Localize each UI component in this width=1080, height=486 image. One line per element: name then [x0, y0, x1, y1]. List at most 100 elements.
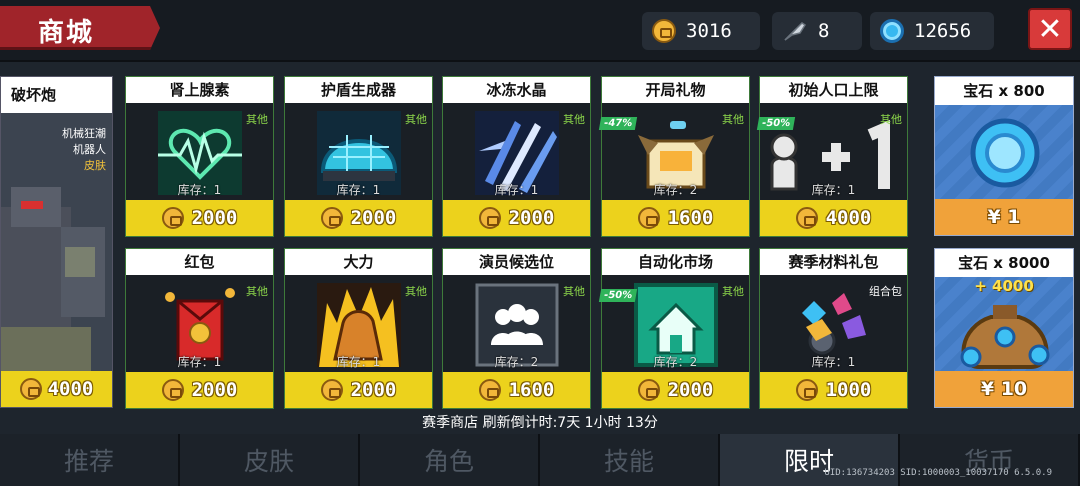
shop-item-actor-slot[interactable]: 演员候选位 其他 库存：2 1600	[442, 248, 591, 409]
big-gem-icon	[970, 118, 1040, 188]
tab-skills[interactable]: 技能	[540, 434, 720, 486]
item-price: 1600	[508, 379, 555, 401]
page-title: 商城	[38, 18, 95, 48]
refresh-timer: 赛季商店 刷新倒计时:7天 1小时 13分	[422, 415, 658, 431]
buy-button[interactable]: 2000	[285, 372, 432, 408]
discount-badge: -50%	[756, 117, 796, 130]
coin-icon	[637, 207, 660, 229]
item-stock: 库存：2	[653, 355, 698, 369]
item-tag: 其他	[563, 113, 585, 126]
item-tag: 其他	[722, 285, 744, 298]
item-stock: 库存：2	[494, 355, 539, 369]
item-price: 1600	[667, 207, 714, 229]
item-price: 2000	[667, 379, 714, 401]
gem-pack-art	[935, 105, 1073, 201]
buy-button[interactable]: 4000	[760, 200, 907, 236]
coin-icon	[652, 19, 676, 43]
feather-value: 8	[818, 20, 830, 42]
buy-button[interactable]: 2000	[126, 372, 273, 408]
item-stock: 库存：1	[177, 183, 222, 197]
item-name: 红包	[126, 249, 273, 275]
item-name: 初始人口上限	[760, 77, 907, 103]
coin-counter: 3016	[642, 12, 760, 50]
item-stock: 库存：1	[494, 183, 539, 197]
coin-icon	[161, 207, 184, 229]
skin-name: 破坏炮	[1, 77, 112, 113]
coin-icon	[478, 379, 501, 401]
buy-button[interactable]: 1000	[760, 372, 907, 408]
item-name: 冰冻水晶	[443, 77, 590, 103]
item-price: 2000	[191, 379, 238, 401]
gem-pack-800[interactable]: 宝石 x 800 ¥ 1	[934, 76, 1074, 236]
tab-recommended[interactable]: 推荐	[0, 434, 180, 486]
tab-skins[interactable]: 皮肤	[180, 434, 360, 486]
shop-item-strength[interactable]: 大力 其他 库存：1 2000	[284, 248, 433, 409]
buy-button[interactable]: 1600	[602, 200, 749, 236]
item-stock: 库存：2	[653, 183, 698, 197]
shop-item-season-material-pack[interactable]: 赛季材料礼包 组合包 库存：1 1000	[759, 248, 908, 409]
item-name: 肾上腺素	[126, 77, 273, 103]
gem-icon	[880, 19, 904, 43]
gem-pack-price: ¥ 10	[980, 378, 1028, 400]
gem-bonus: + 4000	[974, 277, 1034, 295]
close-button[interactable]: ✕	[1028, 8, 1072, 50]
item-stock: 库存：1	[811, 355, 856, 369]
item-name: 赛季材料礼包	[760, 249, 907, 275]
gem-value: 12656	[914, 20, 972, 42]
item-stock: 库存：1	[336, 355, 381, 369]
coin-icon	[320, 207, 343, 229]
buy-button[interactable]: 2000	[285, 200, 432, 236]
tab-characters[interactable]: 角色	[360, 434, 540, 486]
item-price: 1000	[825, 379, 872, 401]
item-tag: 其他	[405, 113, 427, 126]
feather-icon	[784, 22, 807, 41]
shop-item-population-cap[interactable]: 初始人口上限 -50% 其他 库存：1 4000	[756, 76, 908, 237]
shop-item-opening-gift[interactable]: 开局礼物 -47% 其他 库存：2 1600	[598, 76, 750, 237]
coin-icon	[161, 379, 184, 401]
shop-item-auto-market[interactable]: 自动化市场 -50% 其他 库存：2 2000	[598, 248, 750, 409]
buy-button[interactable]: 2000	[602, 372, 749, 408]
coin-icon	[478, 207, 501, 229]
item-stock: 库存：1	[177, 355, 222, 369]
tab-currency[interactable]: 货币	[900, 434, 1080, 486]
item-name: 演员候选位	[443, 249, 590, 275]
item-price: 2000	[350, 379, 397, 401]
skin-category-1: 机械狂潮	[62, 127, 106, 140]
skin-price-button[interactable]: 4000	[1, 371, 112, 407]
item-tag: 其他	[246, 285, 268, 298]
buy-button[interactable]: 1600	[443, 372, 590, 408]
skin-price: 4000	[47, 378, 94, 400]
gem-pack-8000[interactable]: 宝石 x 8000 + 4000 ¥ 10	[934, 248, 1074, 408]
shop-item-red-envelope[interactable]: 红包 其他 库存：1 2000	[125, 248, 274, 409]
item-stock: 库存：1	[811, 183, 856, 197]
item-stock: 库存：1	[336, 183, 381, 197]
skin-card[interactable]: 破坏炮 机械狂潮 机器人 皮肤 4000	[0, 76, 113, 408]
category-tabs: 推荐 皮肤 角色 技能 限时 货币	[0, 434, 1080, 486]
title-banner: 商城	[0, 6, 160, 50]
tab-limited[interactable]: 限时	[720, 434, 900, 486]
item-price: 2000	[350, 207, 397, 229]
item-tag: 其他	[880, 113, 902, 126]
gem-pack-name: 宝石 x 800	[935, 77, 1073, 105]
shop-item-ice-crystal[interactable]: 冰冻水晶 其他 库存：1 2000	[442, 76, 591, 237]
buy-gems-button[interactable]: ¥ 1	[935, 199, 1073, 235]
item-name: 自动化市场	[602, 249, 749, 275]
discount-badge: -50%	[598, 289, 638, 302]
skin-category-2: 机器人	[73, 143, 106, 156]
item-tag: 其他	[722, 113, 744, 126]
item-tag: 其他	[563, 285, 585, 298]
account-id: UID:136734203 SID:1000003_10037170 6.5.0…	[824, 468, 1052, 478]
feather-counter: 8	[772, 12, 862, 50]
shop-item-shield-generator[interactable]: 护盾生成器 其他 库存：1 2000	[284, 76, 433, 237]
shop-item-adrenaline[interactable]: 肾上腺素 其他 库存：1 2000	[125, 76, 274, 237]
coin-icon	[795, 379, 818, 401]
item-tag: 其他	[405, 285, 427, 298]
coin-value: 3016	[686, 20, 732, 42]
buy-button[interactable]: 2000	[126, 200, 273, 236]
top-bar: 商城 3016 8 12656 ✕	[0, 0, 1080, 62]
buy-gems-button[interactable]: ¥ 10	[935, 371, 1073, 407]
skin-category-3: 皮肤	[84, 159, 106, 172]
discount-badge: -47%	[598, 117, 638, 130]
gem-counter: 12656	[870, 12, 994, 50]
buy-button[interactable]: 2000	[443, 200, 590, 236]
